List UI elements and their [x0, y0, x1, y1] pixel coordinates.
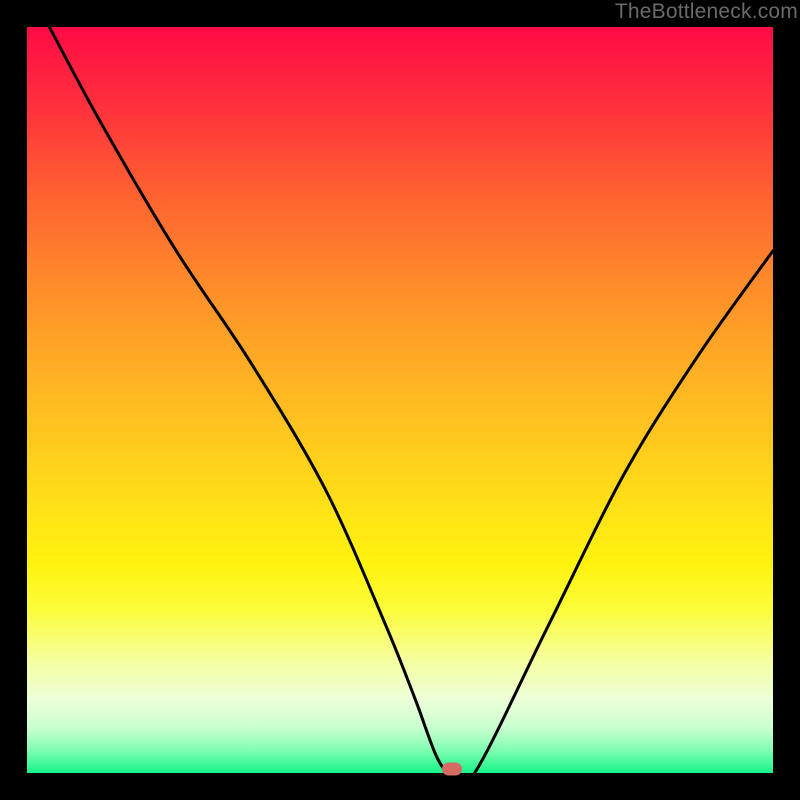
bottleneck-curve — [27, 27, 773, 773]
watermark-text: TheBottleneck.com — [615, 0, 798, 24]
minimum-marker — [442, 763, 462, 776]
plot-area — [27, 27, 773, 773]
chart-frame: TheBottleneck.com — [0, 0, 800, 800]
